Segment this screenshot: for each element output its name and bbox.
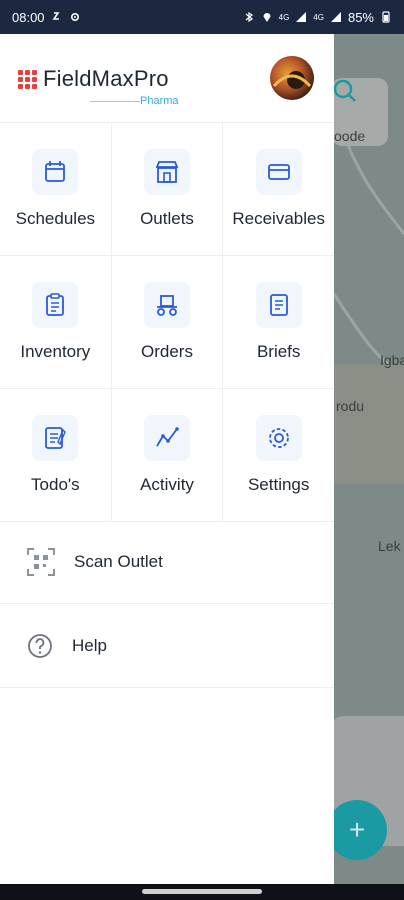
menu-tile-label: Briefs [256, 342, 301, 361]
menu-tile-label: Orders [141, 342, 193, 361]
battery-icon [382, 11, 390, 23]
map-label-2: Igba [380, 352, 404, 368]
card-icon [255, 149, 302, 195]
clipboard-icon [32, 282, 79, 328]
menu-tile-outlets[interactable]: Outlets [112, 123, 224, 255]
bluetooth-icon [245, 11, 253, 23]
signal-icon-2 [330, 12, 341, 22]
menu-tile-label: Activity [140, 475, 194, 494]
sub-brand-line [90, 101, 140, 102]
avatar[interactable] [270, 56, 314, 100]
gear-icon [255, 415, 302, 461]
help-icon [28, 633, 52, 658]
settings-gear-icon [70, 12, 79, 22]
menu-tile-schedules[interactable]: Schedules [0, 123, 112, 255]
signal-icon [296, 12, 307, 22]
logo-dots-icon [18, 69, 37, 89]
sleep-icon [52, 12, 60, 20]
menu-tile-todos[interactable]: Todo's [0, 389, 112, 521]
scan-outlet-label: Scan Outlet [74, 551, 163, 571]
add-fab-button[interactable]: + [327, 800, 387, 860]
menu-tile-label: Schedules [15, 209, 96, 228]
map-label-4: Lek [378, 538, 401, 554]
calendar-icon [32, 149, 79, 195]
menu-tile-briefs[interactable]: Briefs [223, 256, 334, 388]
map-label-1: oode [334, 128, 366, 144]
qr-scan-icon [27, 547, 55, 576]
menu-row: Todo's Activity Settings [0, 389, 334, 522]
navigation-drawer: FieldMaxPro Pharma Schedules Outlets Rec… [0, 34, 334, 884]
location-icon [263, 13, 271, 22]
store-icon [144, 149, 190, 195]
document-icon [255, 282, 302, 328]
menu-tile-settings[interactable]: Settings [223, 389, 334, 521]
menu-tile-receivables[interactable]: Receivables [223, 123, 334, 255]
drawer-header: FieldMaxPro Pharma [0, 34, 334, 123]
menu-tile-orders[interactable]: Orders [112, 256, 224, 388]
brand-logo: FieldMaxPro [18, 66, 169, 92]
home-gesture-pill[interactable] [142, 889, 262, 894]
menu-tile-label: Todo's [31, 475, 80, 494]
avatar-photo-icon [272, 71, 312, 89]
network-type-b: 4G [313, 12, 324, 22]
network-type-a: 4G [278, 12, 290, 22]
status-time: 08:00 [12, 9, 45, 25]
activity-icon [144, 415, 190, 461]
search-icon [333, 79, 356, 102]
help-label: Help [72, 635, 107, 655]
map-label-3: rodu [336, 398, 365, 414]
delivery-icon [144, 282, 190, 328]
brand-name: FieldMaxPro [43, 66, 169, 91]
menu-tile-label: Outlets [140, 209, 194, 228]
menu-row: Schedules Outlets Receivables [0, 123, 334, 256]
status-bar: 08:00 4G 4G 85% [0, 0, 404, 34]
menu-tile-label: Inventory [20, 342, 91, 361]
scan-outlet-item[interactable]: Scan Outlet [0, 520, 334, 604]
menu-tile-inventory[interactable]: Inventory [0, 256, 112, 388]
sub-brand: Pharma [140, 95, 179, 107]
help-item[interactable]: Help [0, 604, 334, 688]
todo-icon [32, 415, 79, 461]
drawer-list: Scan Outlet Help [0, 520, 334, 688]
menu-tile-activity[interactable]: Activity [112, 389, 224, 521]
menu-row: Inventory Orders Briefs [0, 256, 334, 389]
menu-tile-label: Receivables [232, 209, 325, 228]
battery-percent: 85% [347, 9, 374, 25]
menu-grid: Schedules Outlets Receivables Inventory … [0, 123, 334, 522]
menu-tile-label: Settings [247, 475, 310, 494]
